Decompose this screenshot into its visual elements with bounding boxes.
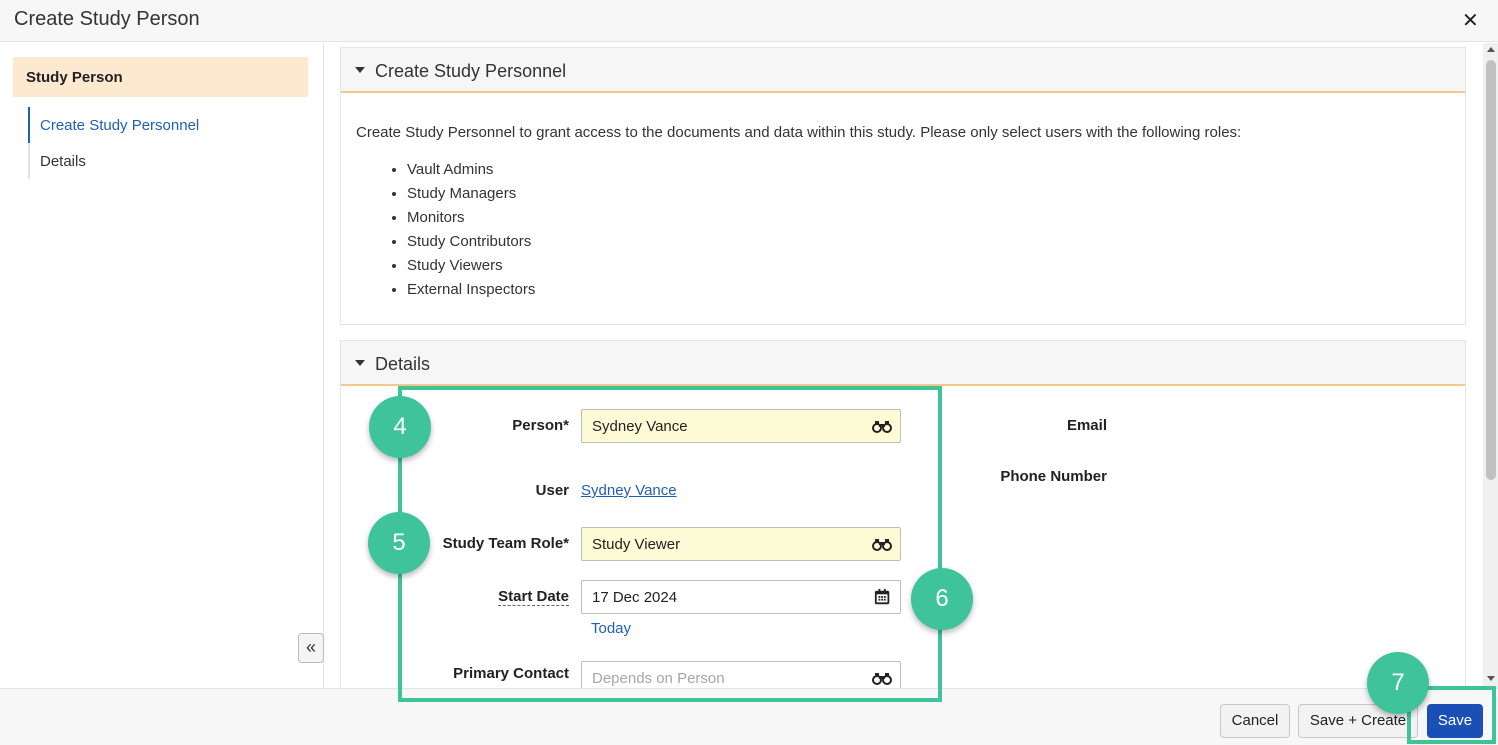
email-label: Email — [1066, 417, 1107, 434]
binoculars-icon[interactable] — [872, 535, 892, 553]
start-date-label-wrap: Start Date — [401, 588, 569, 606]
section-intro-text: Create Study Personnel to grant access t… — [356, 124, 1242, 141]
calendar-icon[interactable] — [874, 588, 892, 606]
section-header-create[interactable]: Create Study Personnel — [341, 48, 1465, 93]
step-badge-5: 5 — [368, 512, 430, 574]
start-date-field[interactable]: 17 Dec 2024 — [581, 580, 901, 614]
list-item: Study Managers — [407, 182, 535, 206]
list-item: Vault Admins — [407, 158, 535, 182]
dialog-title: Create Study Person — [14, 8, 200, 30]
step-badge-6: 6 — [911, 568, 973, 630]
phone-number-label: Phone Number — [1000, 468, 1107, 485]
primary-contact-field[interactable]: Depends on Person — [581, 661, 901, 688]
sidebar: Study Person Create Study Personnel Deta… — [0, 43, 324, 688]
sidebar-nav: Create Study Personnel Details — [28, 107, 209, 179]
list-item: Monitors — [407, 206, 535, 230]
person-field[interactable]: Sydney Vance — [581, 409, 901, 443]
sidebar-item-create-study-personnel[interactable]: Create Study Personnel — [28, 107, 209, 143]
study-team-role-field[interactable]: Study Viewer — [581, 527, 901, 561]
section-title-details: Details — [375, 354, 431, 374]
section-title-create: Create Study Personnel — [375, 61, 567, 81]
binoculars-icon[interactable] — [872, 417, 892, 435]
cancel-button[interactable]: Cancel — [1220, 704, 1290, 738]
step-badge-4: 4 — [369, 396, 431, 458]
step-badge-7: 7 — [1367, 652, 1429, 714]
scroll-down-arrow-icon[interactable] — [1487, 676, 1495, 681]
section-header-details[interactable]: Details — [341, 341, 1465, 386]
scroll-up-arrow-icon[interactable] — [1487, 47, 1495, 52]
collapse-sidebar-button[interactable]: « — [298, 633, 324, 663]
list-item: Study Contributors — [407, 230, 535, 254]
start-date-label: Start Date — [498, 588, 569, 606]
primary-contact-placeholder: Depends on Person — [592, 670, 725, 687]
today-link[interactable]: Today — [591, 620, 631, 637]
user-link[interactable]: Sydney Vance — [581, 482, 677, 499]
caret-down-icon — [355, 67, 365, 74]
save-button[interactable]: Save — [1427, 704, 1483, 738]
main-content: Create Study Personnel Create Study Pers… — [325, 43, 1483, 688]
binoculars-icon[interactable] — [872, 669, 892, 687]
details-section: Details Person* Sydney Vance Email Phone… — [340, 340, 1466, 688]
sidebar-item-details[interactable]: Details — [30, 143, 209, 179]
person-value: Sydney Vance — [592, 418, 688, 435]
close-icon[interactable]: ✕ — [1462, 8, 1479, 33]
primary-contact-label: Primary Contact — [453, 665, 569, 682]
sidebar-header: Study Person — [13, 57, 308, 97]
scrollbar-thumb[interactable] — [1486, 60, 1496, 480]
dialog-header: Create Study Person ✕ — [0, 0, 1498, 42]
list-item: Study Viewers — [407, 254, 535, 278]
create-study-personnel-section: Create Study Personnel Create Study Pers… — [340, 47, 1466, 325]
study-team-role-value: Study Viewer — [592, 536, 681, 553]
list-item: External Inspectors — [407, 278, 535, 302]
start-date-value: 17 Dec 2024 — [592, 589, 678, 606]
role-list: Vault Admins Study Managers Monitors Stu… — [389, 158, 535, 302]
user-label: User — [535, 482, 569, 499]
dialog-footer: Cancel Save + Create Save — [0, 688, 1498, 745]
caret-down-icon — [355, 360, 365, 367]
